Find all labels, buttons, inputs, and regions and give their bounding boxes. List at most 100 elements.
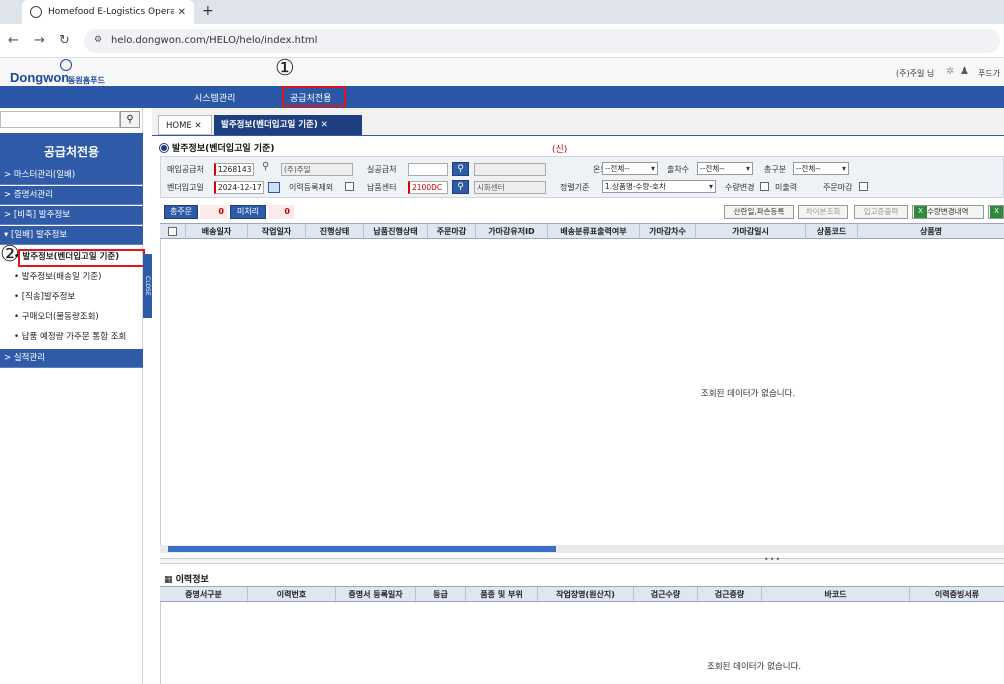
no-data-message: 조회된 데이터가 없습니다. [701,389,796,399]
forward-icon[interactable]: → [34,33,45,48]
select-all-cell [160,224,186,240]
logo-korean: 동원홈푸드 [68,76,105,85]
sidebar-sub-purchase[interactable]: • 구매오더(물동량조회) [14,308,142,327]
user-icon[interactable]: ♟ [960,66,969,77]
order-div-select[interactable]: --전체-- [793,162,849,175]
real-supplier-code-field[interactable] [408,163,448,176]
egg-damage-register-button[interactable]: 산란일,파손등록 [724,205,794,219]
history-section-title: ▦ 이력정보 [164,572,209,585]
label-dispatch-seq: 출차수 [667,165,690,174]
col-header[interactable]: 가마감일시 [696,224,806,240]
col-header[interactable]: 이력번호 [248,587,336,603]
logo[interactable]: Dongwon [10,70,69,85]
col-header[interactable]: 진행상태 [306,224,364,240]
label-undelivered: 미출력 [775,183,798,192]
unprocessed-button[interactable]: 미처리 [230,205,266,219]
sidebar-item-certificate[interactable]: > 증명서관리 [0,186,143,205]
temperature-select[interactable]: --전체-- [602,162,658,175]
qty-change-history-button[interactable]: X 수량변경내역 [912,205,984,219]
col-header[interactable]: 상품코드 [806,224,858,240]
sidebar-close-toggle[interactable]: CLOSE [143,254,152,318]
excel-icon: X [914,206,927,218]
col-header[interactable]: 상품명 [858,224,1004,240]
new-tab-button[interactable]: + [202,3,214,19]
top-navigation: 시스템관리 공급처전용 [0,86,1004,108]
col-header[interactable]: 작업일자 [248,224,306,240]
sidebar-sub-delivery-date[interactable]: • 발주정보(배송일 기준) [14,268,142,287]
back-icon[interactable]: ← [8,33,19,48]
col-header[interactable]: 등급 [416,587,466,603]
panel-splitter[interactable]: ••• [160,555,1004,564]
globe-icon [30,6,42,18]
url-text[interactable]: helo.dongwon.com/HELO/helo/index.html [111,35,317,46]
col-header[interactable]: 증명서 등록일자 [336,587,416,603]
label-order-close: 주문마감 [823,183,853,192]
tab-home[interactable]: HOME ✕ [158,115,212,135]
annotation-box-1 [282,86,346,107]
col-header[interactable]: 배송일자 [186,224,248,240]
sidebar-sub-direct[interactable]: • [직송]발주정보 [14,288,142,307]
gear-icon[interactable]: ✲ [946,66,954,77]
select-all-checkbox[interactable] [168,227,177,236]
tab-order-info[interactable]: 발주정보(벤더입고일 기준) ✕ [214,115,362,135]
col-header[interactable]: 납품진행상태 [364,224,428,240]
col-header[interactable]: 바코드 [762,587,910,603]
supplier-name-field: (주)주일 [281,163,353,176]
sidebar-sub-forecast[interactable]: • 납품 예정량 가주문 통합 조회 [14,328,142,347]
scrollbar-thumb[interactable] [168,546,556,552]
center-search-icon[interactable]: ⚲ [452,180,469,194]
label-supplier: 매입공급처 [167,165,204,174]
vendor-date-field[interactable]: 2024-12-17 [214,181,264,194]
sidebar-item-daily-order[interactable]: ▾ [일배] 발주정보 [0,226,143,245]
col-header[interactable]: 품종 및 부위 [466,587,538,603]
page-title: 발주정보(벤더입고일 기준) [160,141,274,154]
center-name-field: 시화센터 [474,181,546,194]
real-supplier-search-icon[interactable]: ⚲ [452,162,469,176]
hist-except-checkbox[interactable] [345,182,354,191]
dispatch-seq-select[interactable]: --전체-- [697,162,753,175]
excel-export-button[interactable]: X [988,205,1004,219]
sidebar-search-input[interactable] [0,111,120,128]
col-header[interactable]: 검근수량 [634,587,698,603]
supplier-code-field[interactable]: 1268143 [214,163,254,176]
difference-query-button[interactable]: 차이분조회 [798,205,848,219]
browser-tab[interactable]: Homefood E-Logistics Operatio ✕ [22,0,194,24]
col-header[interactable]: 가마감유저ID [476,224,548,240]
annotation-box-2 [18,249,145,267]
qty-change-history-label: 수량변경내역 [927,207,969,216]
history-grid-body: 조회된 데이터가 없습니다. [160,602,1004,684]
order-close-checkbox[interactable] [859,182,868,191]
label-vendor-date: 벤더입고일 [167,183,204,192]
splitter-handle-icon: ••• [764,555,782,564]
col-header[interactable]: 배송분류표출력여부 [548,224,640,240]
horizontal-scrollbar[interactable] [160,545,1004,553]
label-sort: 정렬기준 [560,183,590,192]
col-header[interactable]: 검근중량 [698,587,762,603]
col-header[interactable]: 주문마감 [428,224,476,240]
sidebar-item-master[interactable]: > 마스터관리(일배) [0,166,143,185]
site-settings-icon[interactable]: ⚙ [94,35,102,45]
supplier-search-icon[interactable]: ⚲ [262,161,269,172]
col-header[interactable]: 작업장명(원산지) [538,587,634,603]
qty-change-checkbox[interactable] [760,182,769,191]
calendar-icon[interactable] [268,182,280,193]
col-header[interactable]: 이력증빙서류 [910,587,1004,603]
reload-icon[interactable]: ↻ [59,33,70,48]
label-center: 납품센터 [367,183,397,192]
search-icon[interactable]: ⚲ [120,111,140,128]
sidebar-item-stock-order[interactable]: > [비축] 발주정보 [0,206,143,225]
col-header[interactable]: 증명서구분 [160,587,248,603]
nav-system-admin[interactable]: 시스템관리 [194,91,235,104]
app-header: Dongwon 동원홈푸드 (주)주일 님 ✲ ♟ 푸드가 [0,58,1004,86]
sidebar-item-results[interactable]: > 실적관리 [0,349,143,368]
col-header[interactable]: 가마감차수 [640,224,696,240]
title-bullet-icon [160,144,168,152]
center-code-field[interactable]: 2100DC [408,181,448,194]
sort-select[interactable]: 1.상품명-수량-호차 [602,180,716,193]
total-order-button[interactable]: 총주문 [164,205,198,219]
sidebar: ⚲ 공급처전용 > 마스터관리(일배) > 증명서관리 > [비축] 발주정보 … [0,108,143,684]
annotation-number-2: ② [0,242,20,267]
close-icon[interactable]: ✕ [178,7,186,18]
search-form: 매입공급처 1268143 ⚲ (주)주일 실공급처 ⚲ 온도 --전체-- 출… [160,156,1004,198]
receipt-print-button[interactable]: 입고증출력 [854,205,908,219]
